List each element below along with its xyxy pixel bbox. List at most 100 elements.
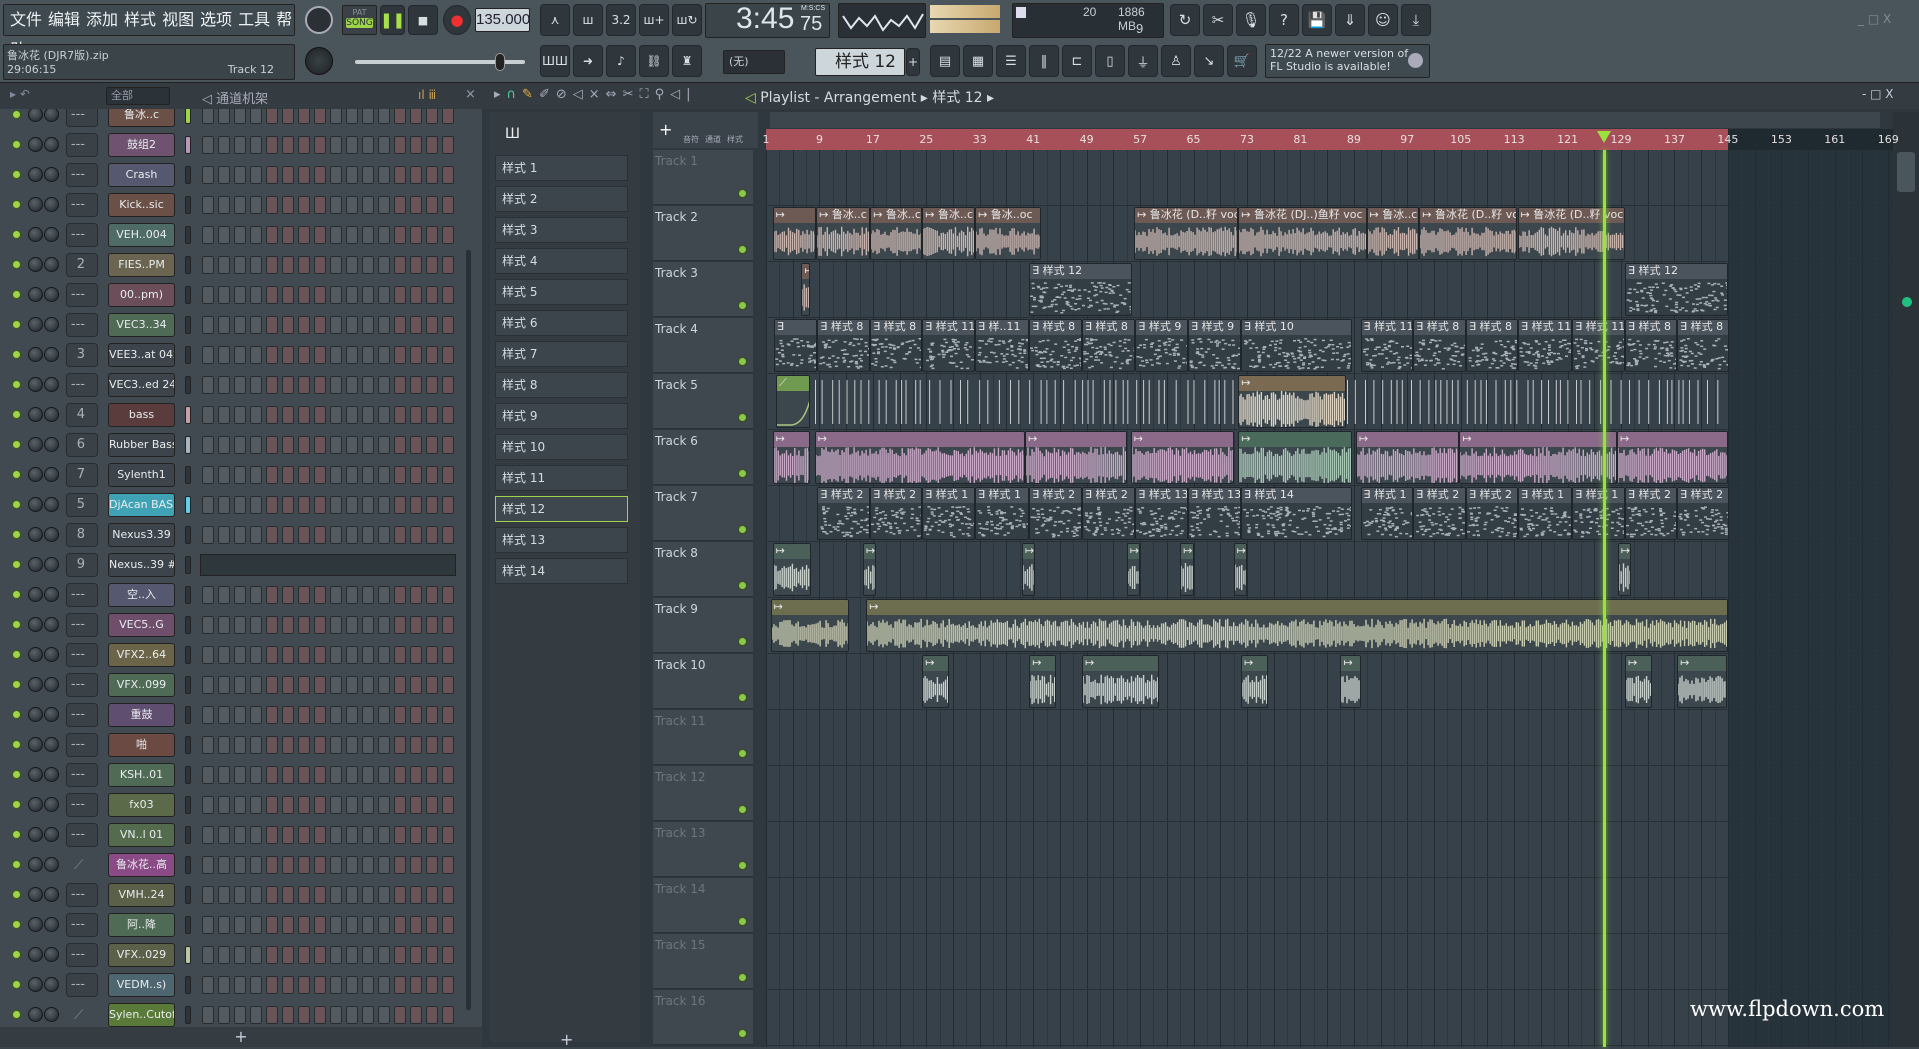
step-button[interactable] (218, 646, 230, 664)
playlist-icon[interactable]: ▤ (930, 45, 960, 77)
step-button[interactable] (362, 616, 374, 634)
step-button[interactable] (426, 226, 438, 244)
step-button[interactable] (266, 856, 278, 874)
track-header[interactable]: Track 13 (653, 822, 753, 877)
step-button[interactable] (346, 856, 358, 874)
step-button[interactable] (378, 886, 390, 904)
channel-rack-icon[interactable]: ☰ (996, 45, 1026, 77)
step-button[interactable] (394, 346, 406, 364)
channel-pan-knob[interactable] (28, 109, 43, 122)
channel-name-button[interactable]: Sylenth1 (108, 463, 175, 487)
step-button[interactable] (330, 316, 342, 334)
step-button[interactable] (394, 406, 406, 424)
pattern-clip[interactable]: ∃ 样式 13 (1135, 487, 1188, 540)
step-button[interactable] (410, 856, 422, 874)
step-button[interactable] (250, 706, 262, 724)
pattern-list-item[interactable]: 样式 4 (495, 248, 628, 274)
channel-mixer-track[interactable]: 3 (66, 343, 98, 367)
step-button[interactable] (218, 676, 230, 694)
track-mute-led[interactable] (738, 413, 747, 422)
channel-name-button[interactable]: 00..pm) (108, 283, 175, 307)
channel-select-indicator[interactable] (185, 436, 191, 454)
step-button[interactable] (234, 286, 246, 304)
channel-name-button[interactable]: VN..l 01 (108, 823, 175, 847)
plugin-icon[interactable]: ⏚ (1128, 45, 1158, 77)
step-button[interactable] (410, 166, 422, 184)
channel-name-button[interactable]: VMH..24 (108, 883, 175, 907)
channel-name-button[interactable]: VEE3..at 042 (108, 343, 175, 367)
step-button[interactable] (202, 376, 214, 394)
step-button[interactable] (218, 976, 230, 994)
step-button[interactable] (266, 196, 278, 214)
step-button[interactable] (234, 946, 246, 964)
step-button[interactable] (314, 616, 326, 634)
step-button[interactable] (426, 976, 438, 994)
step-button[interactable] (250, 616, 262, 634)
step-button[interactable] (202, 616, 214, 634)
pattern-clip[interactable]: ∃ 样式 9 (1135, 319, 1188, 372)
audio-clip[interactable]: ↦ (773, 207, 816, 260)
channel-select-indicator[interactable] (185, 946, 191, 964)
track-header[interactable]: Track 8 (653, 542, 753, 597)
step-button[interactable] (362, 736, 374, 754)
time-display[interactable]: 3:45 75 M:S:CS (705, 3, 830, 38)
step-button[interactable] (298, 256, 310, 274)
step-button[interactable] (298, 676, 310, 694)
step-button[interactable] (410, 466, 422, 484)
step-button[interactable] (314, 856, 326, 874)
step-button[interactable] (362, 826, 374, 844)
channel-volume-knob[interactable] (44, 437, 59, 452)
step-button[interactable] (250, 226, 262, 244)
master-pitch-knob[interactable] (305, 47, 333, 75)
channel-mute-led[interactable] (12, 860, 21, 869)
step-button[interactable] (250, 856, 262, 874)
step-button[interactable] (282, 316, 294, 334)
step-button[interactable] (362, 226, 374, 244)
step-button[interactable] (410, 256, 422, 274)
channel-mute-led[interactable] (12, 650, 21, 659)
channel-mute-led[interactable] (12, 830, 21, 839)
step-button[interactable] (378, 109, 390, 124)
stop-button[interactable]: ■ (408, 5, 438, 35)
pattern-clip[interactable]: ∃ 样式 10 (1241, 319, 1352, 372)
step-button[interactable] (410, 109, 422, 124)
step-button[interactable] (426, 166, 438, 184)
step-button[interactable] (362, 196, 374, 214)
step-button[interactable] (378, 226, 390, 244)
step-button[interactable] (298, 436, 310, 454)
channel-mute-led[interactable] (12, 590, 21, 599)
step-button[interactable] (234, 676, 246, 694)
chat-icon[interactable]: ☺ (1368, 4, 1398, 36)
download-icon[interactable]: ⤓ (1401, 4, 1431, 36)
step-button[interactable] (346, 166, 358, 184)
step-button[interactable] (394, 436, 406, 454)
channel-name-button[interactable]: VEH..004 (108, 223, 175, 247)
step-button[interactable] (234, 109, 246, 124)
wait-icon[interactable]: ш (573, 4, 603, 36)
audio-hits-clip[interactable] (1347, 380, 1728, 424)
step-button[interactable] (234, 586, 246, 604)
step-button[interactable] (314, 466, 326, 484)
pattern-list-item[interactable]: 样式 7 (495, 341, 628, 367)
step-button[interactable] (410, 196, 422, 214)
step-button[interactable] (394, 496, 406, 514)
step-button[interactable] (394, 736, 406, 754)
step-button[interactable] (282, 826, 294, 844)
channel-volume-knob[interactable] (44, 797, 59, 812)
touch-icon[interactable]: ♙ (1161, 45, 1191, 77)
channel-mixer-track[interactable]: --- (66, 373, 98, 397)
audio-clip[interactable]: ↦ (863, 543, 876, 596)
arrow-icon[interactable]: ➜ (573, 45, 603, 77)
audio-clip[interactable]: ↦ 鲁冰花 (D..籽 voc (1419, 207, 1517, 260)
step-button[interactable] (346, 316, 358, 334)
step-button[interactable] (330, 256, 342, 274)
step-button[interactable] (314, 196, 326, 214)
filter-1[interactable]: 通道 (705, 134, 721, 145)
tempo-display[interactable]: 135.000 (475, 8, 530, 32)
step-button[interactable] (394, 766, 406, 784)
channel-select-indicator[interactable] (185, 886, 191, 904)
step-button[interactable] (234, 376, 246, 394)
step-button[interactable] (330, 766, 342, 784)
step-button[interactable] (234, 766, 246, 784)
step-button[interactable] (330, 226, 342, 244)
